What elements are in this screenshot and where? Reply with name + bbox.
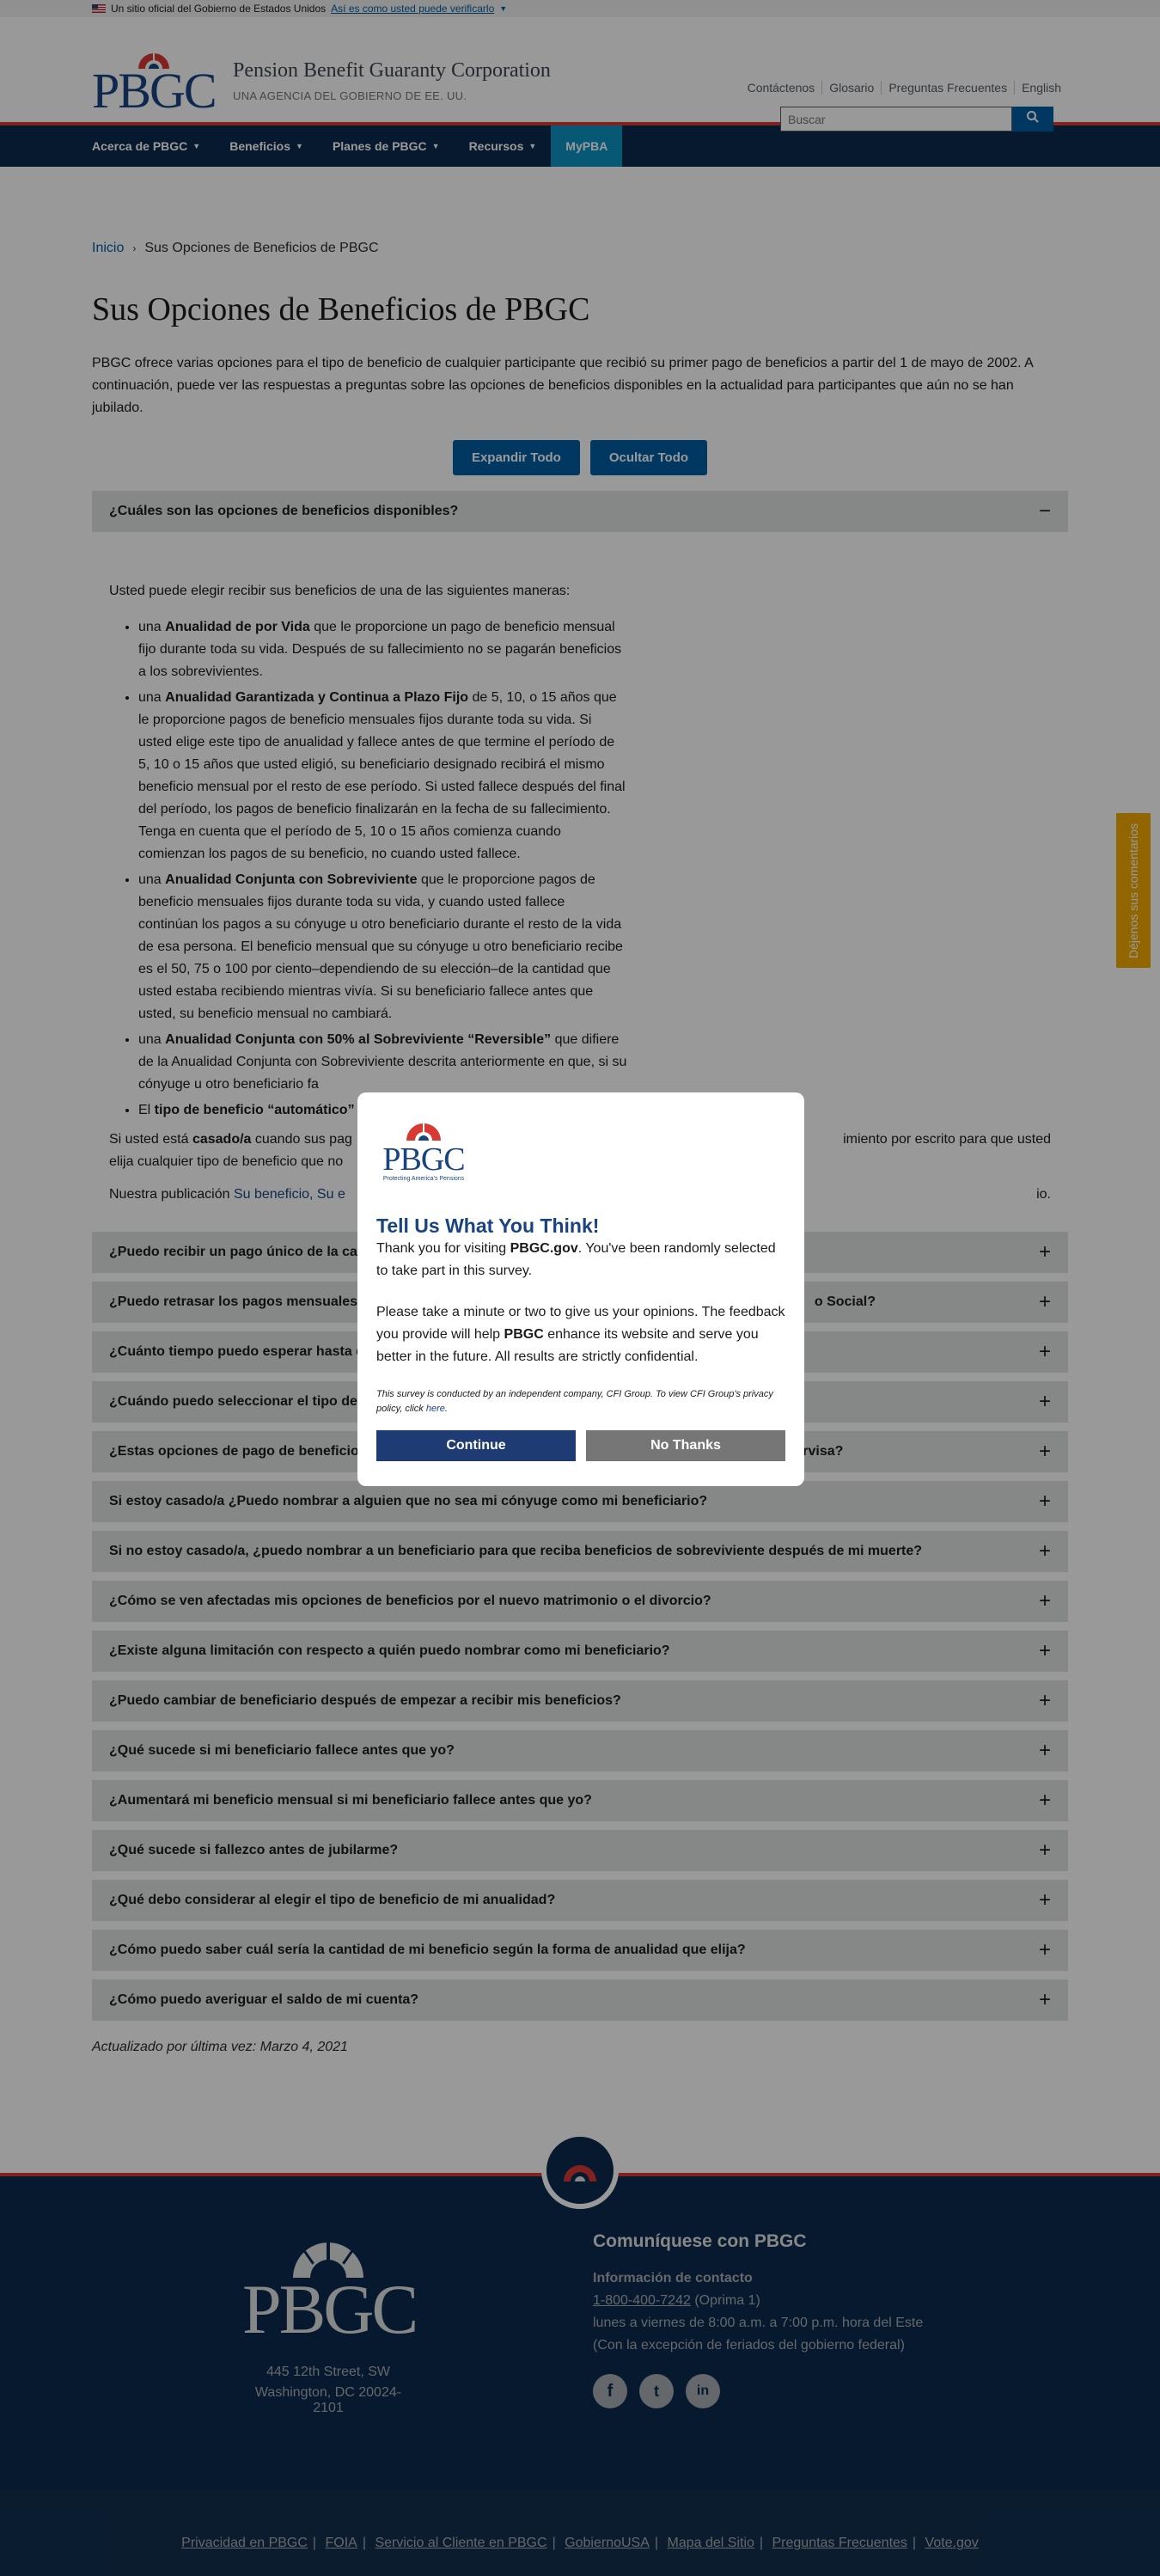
modal-logo-text: PBGC — [382, 1141, 465, 1178]
modal-paragraph-1: Thank you for visiting PBGC.gov. You've … — [376, 1241, 776, 1278]
modal-paragraph-2: Please take a minute or two to give us y… — [376, 1305, 785, 1364]
survey-modal: PBGC Protecting America's Pensions Tell … — [357, 1092, 804, 1486]
no-thanks-button[interactable]: No Thanks — [586, 1430, 785, 1461]
modal-logo: PBGC Protecting America's Pensions — [376, 1117, 471, 1182]
logo-fan-icon — [406, 1117, 441, 1141]
modal-title: Tell Us What You Think! — [376, 1215, 600, 1237]
privacy-link[interactable]: here — [426, 1404, 445, 1414]
modal-disclaimer: This survey is conducted by an independe… — [376, 1389, 773, 1414]
modal-buttons: Continue No Thanks — [376, 1430, 785, 1461]
modal-logo-tagline: Protecting America's Pensions — [382, 1176, 465, 1182]
continue-button[interactable]: Continue — [376, 1430, 576, 1461]
